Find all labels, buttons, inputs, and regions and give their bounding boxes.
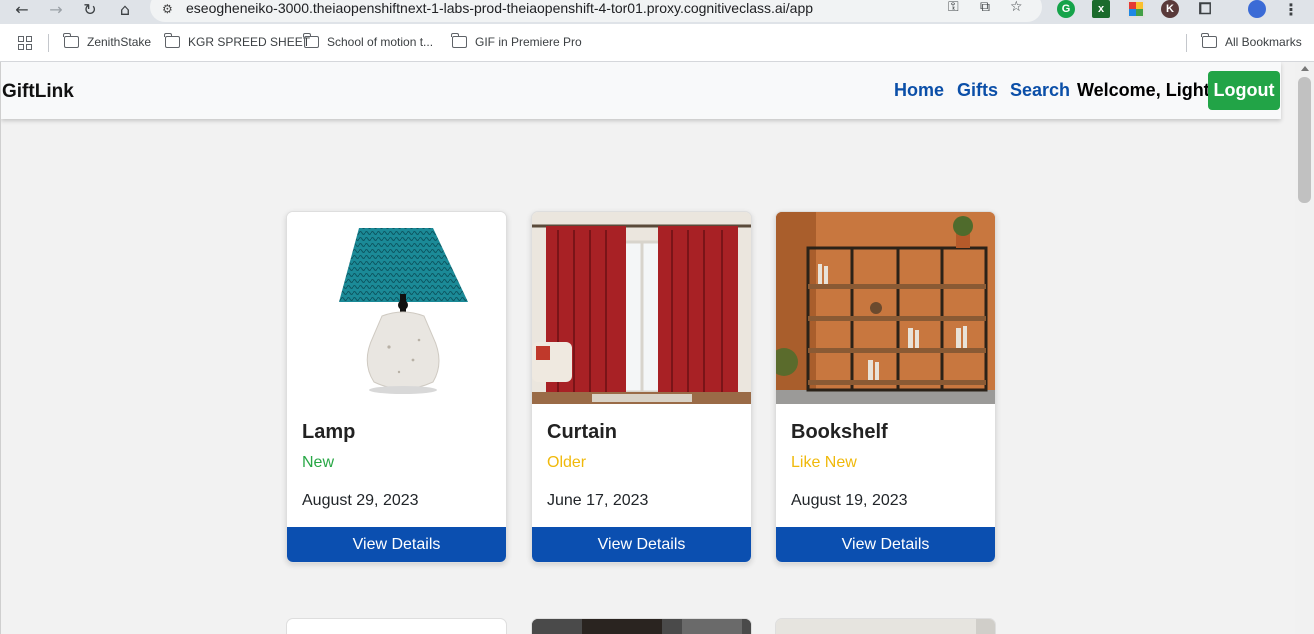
extension-color-icon[interactable]: [1127, 0, 1145, 18]
view-details-button[interactable]: View Details: [532, 527, 751, 562]
bookmark-star-icon[interactable]: ☆: [1010, 0, 1023, 15]
gift-card-partial: [286, 618, 507, 634]
app-navbar: GiftLink Home Gifts Search Welcome, Ligh…: [1, 62, 1281, 119]
welcome-text: Welcome, Light: [1077, 80, 1210, 100]
home-icon[interactable]: ⌂: [115, 0, 135, 19]
gift-card-partial: [531, 618, 752, 634]
back-icon[interactable]: ←: [12, 0, 32, 19]
view-details-button[interactable]: View Details: [287, 527, 506, 562]
lamp-image: [287, 212, 506, 404]
scroll-thumb[interactable]: [1298, 77, 1311, 203]
gift-date: June 17, 2023: [547, 492, 649, 509]
bookmark-school-of-motion[interactable]: School of motion t...: [303, 33, 433, 49]
gift-card-lamp: Lamp New August 29, 2023 View Details: [286, 211, 507, 563]
extension-k-icon[interactable]: K: [1161, 0, 1179, 18]
bookmark-kgr-spreed-sheet[interactable]: KGR SPREED SHEET: [164, 33, 310, 49]
password-key-icon[interactable]: ⚿: [948, 0, 959, 15]
address-bar[interactable]: ⚙ eseogheneiko-3000.theiaopenshiftnext-1…: [150, 0, 1042, 22]
bookmarks-bar: ZenithStake KGR SPREED SHEET School of m…: [0, 24, 1314, 62]
folder-icon: [303, 33, 319, 48]
nav-gifts-link[interactable]: Gifts: [957, 80, 998, 101]
gift-date: August 29, 2023: [302, 492, 419, 509]
site-settings-icon[interactable]: ⚙: [162, 2, 173, 16]
apps-icon[interactable]: [18, 36, 32, 50]
scrollbar[interactable]: [1295, 62, 1314, 634]
reload-icon[interactable]: ↻: [80, 0, 100, 19]
view-details-button[interactable]: View Details: [776, 527, 995, 562]
logout-button[interactable]: Logout: [1208, 71, 1280, 110]
gift-title: Lamp: [302, 421, 356, 443]
menu-icon[interactable]: ⋮: [1282, 0, 1300, 19]
bookmark-gif-premiere[interactable]: GIF in Premiere Pro: [451, 33, 582, 49]
gift-condition: New: [302, 454, 335, 471]
forward-icon[interactable]: →: [46, 0, 66, 19]
gift-card-partial: [775, 618, 996, 634]
all-bookmarks[interactable]: All Bookmarks: [1201, 33, 1302, 49]
page-viewport: GiftLink Home Gifts Search Welcome, Ligh…: [0, 62, 1314, 634]
curtain-image: [532, 212, 751, 404]
gift-card-curtain: Curtain Older June 17, 2023 View Details: [531, 211, 752, 563]
bookmark-separator: [48, 34, 49, 52]
folder-icon: [164, 33, 180, 48]
folder-icon: [63, 33, 79, 48]
gift-card-bookshelf: Bookshelf Like New August 19, 2023 View …: [775, 211, 996, 563]
install-app-icon[interactable]: ⧉: [980, 0, 990, 15]
nav-home-link[interactable]: Home: [894, 80, 944, 101]
folder-icon: [451, 33, 467, 48]
grammarly-icon[interactable]: G: [1057, 0, 1075, 18]
gift-date: August 19, 2023: [791, 492, 908, 509]
gift-title: Curtain: [547, 421, 617, 443]
browser-toolbar: ← → ↻ ⌂ ⚙ eseogheneiko-3000.theiaopenshi…: [0, 0, 1314, 24]
folder-icon: [1201, 33, 1217, 48]
gift-condition: Like New: [791, 454, 857, 471]
extension-x-icon[interactable]: x: [1092, 0, 1110, 18]
gift-title: Bookshelf: [791, 421, 888, 443]
nav-search-link[interactable]: Search: [1010, 80, 1070, 101]
bookshelf-image: [776, 212, 995, 404]
scroll-up-arrow-icon[interactable]: [1301, 66, 1309, 71]
profile-avatar[interactable]: [1248, 0, 1266, 18]
bookmark-zenithstake[interactable]: ZenithStake: [63, 33, 151, 49]
bookmark-separator: [1186, 34, 1187, 52]
extensions-icon[interactable]: ⧠: [1196, 0, 1214, 18]
brand-logo[interactable]: GiftLink: [2, 81, 74, 103]
url-text[interactable]: eseogheneiko-3000.theiaopenshiftnext-1-l…: [186, 0, 813, 16]
gift-condition: Older: [547, 454, 587, 471]
